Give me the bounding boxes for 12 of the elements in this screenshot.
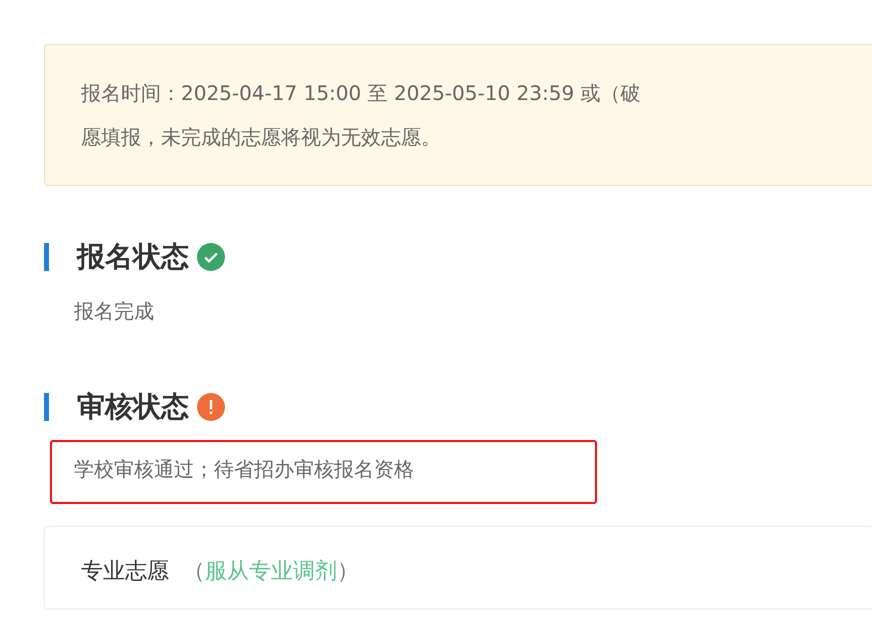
section-title: 审核状态 [77,389,189,425]
accent-bar [44,393,49,421]
notice-text: 报名时间：2025-04-17 15:00 至 2025-05-10 23:59 或（破 [81,81,641,105]
notice-text: 愿填报，未完成的志愿将视为无效志愿。 [81,125,441,149]
adjustment-note: （服从专业调剂） [183,559,359,584]
status-text: 报名完成 [74,298,154,325]
status-text: 学校审核通过；待省招办审核报名资格 [74,456,414,483]
accent-bar [44,243,49,271]
exclamation-icon [197,393,225,421]
check-icon [197,243,225,271]
section-title: 报名状态 [77,239,189,275]
card-title: 专业志愿 [81,559,169,584]
